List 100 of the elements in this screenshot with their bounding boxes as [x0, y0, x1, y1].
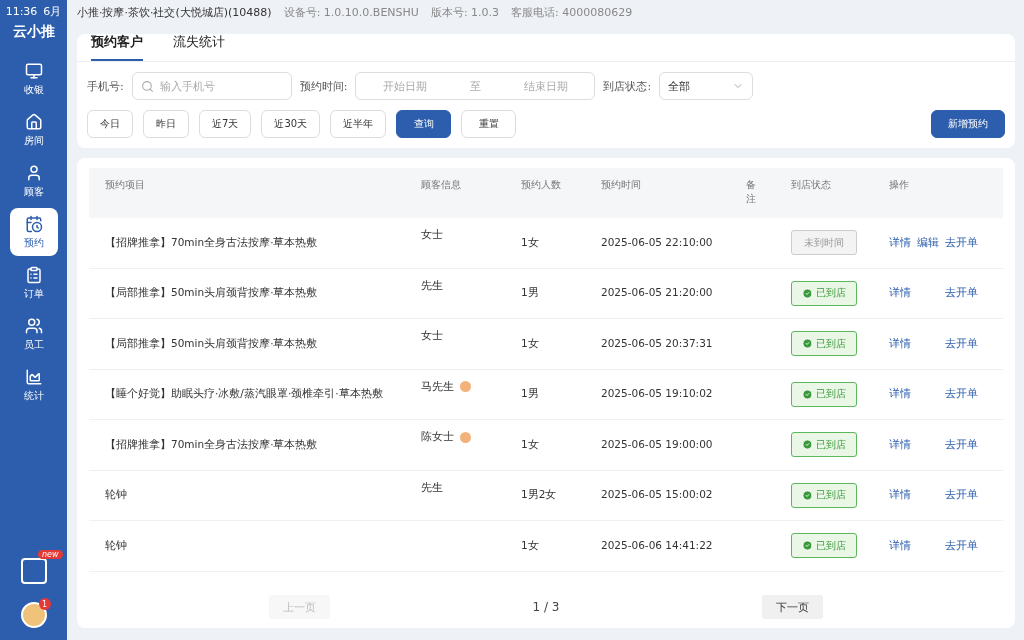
- range-button[interactable]: 近半年: [330, 110, 387, 138]
- table-cell-text: 2025-06-05 20:37:31: [601, 335, 714, 351]
- phone-label: 手机号:: [87, 78, 124, 94]
- status-label: 到店状态:: [603, 78, 652, 94]
- search-icon: [140, 79, 154, 93]
- logo: 云小推: [12, 23, 55, 41]
- column-header: 操作: [889, 178, 910, 192]
- range-button[interactable]: 今日: [87, 110, 133, 138]
- check-icon: [802, 439, 813, 451]
- table-cell-text: 轮钟: [104, 537, 128, 553]
- tab[interactable]: 流失统计: [173, 24, 225, 61]
- check-icon: [802, 287, 813, 299]
- tab[interactable]: 预约客户: [91, 24, 143, 61]
- action-link[interactable]: 去开单: [945, 387, 1003, 402]
- table-cell-text: 1女: [521, 234, 540, 250]
- column-header: 到店状态: [791, 178, 832, 192]
- table-cell-text: 【睡个好觉】助眠头疗·冰敷/蒸汽眼罩·颈椎牵引·草本热敷: [104, 386, 384, 402]
- action-link[interactable]: 去开单: [945, 235, 1003, 250]
- table-cell-text: 1男: [521, 285, 540, 301]
- table-cell-text: 轮钟: [104, 487, 128, 503]
- table-cell-text: 2025-06-05 22:10:00: [601, 234, 714, 250]
- table-cell-text: 2025-06-06 14:41:22: [601, 537, 714, 553]
- column-header: 预约人数: [521, 178, 562, 192]
- new-booking-button[interactable]: 新增预约: [931, 110, 1005, 138]
- promo-icon[interactable]: [20, 558, 47, 584]
- store-name: 小推·按摩·茶饮·社交(大悦城店)(10488): [77, 4, 272, 20]
- action-link[interactable]: 详情: [889, 336, 917, 351]
- column-header: 预约时间: [601, 178, 642, 192]
- range-button[interactable]: 近7天: [199, 110, 252, 138]
- action-link[interactable]: 去开单: [945, 488, 1003, 503]
- action-link[interactable]: 去开单: [945, 538, 1003, 553]
- nav-item[interactable]: 员工: [9, 310, 58, 358]
- status-date: 6月: [43, 4, 62, 19]
- action-link[interactable]: 详情: [889, 286, 917, 301]
- notification-badge: 1: [38, 598, 51, 610]
- action-link[interactable]: 详情: [889, 235, 917, 250]
- nav-item[interactable]: 统计: [9, 361, 58, 409]
- device-number: 设备号: 1.0.10.0.BENSHU: [283, 4, 419, 20]
- action-link[interactable]: 详情: [889, 387, 917, 402]
- table-cell-text: 1女: [521, 335, 540, 351]
- column-header: 预约项目: [104, 178, 146, 192]
- check-icon: [802, 388, 813, 400]
- table-cell-text: 【局部推拿】50min头肩颈背按摩·草本热敷: [104, 285, 319, 301]
- table-cell-text: 2025-06-05 19:10:02: [601, 386, 714, 402]
- version-number: 版本号: 1.0.3: [430, 4, 500, 20]
- status-tag: 已到店: [791, 280, 857, 306]
- table-cell-text: 【局部推拿】50min头肩颈背按摩·草本热敷: [104, 335, 319, 351]
- check-icon: [802, 338, 813, 350]
- calendar-icon: [24, 214, 43, 233]
- monitor-icon: [24, 61, 43, 80]
- clipboard-icon: [24, 265, 43, 284]
- next-page-button[interactable]: 下一页: [762, 595, 823, 619]
- table-cell-text: 2025-06-05 15:00:02: [601, 487, 714, 503]
- customer-name: 马先生: [421, 379, 454, 394]
- check-icon: [802, 489, 813, 501]
- action-link[interactable]: 详情: [889, 488, 917, 503]
- nav-item[interactable]: 顾客: [9, 157, 58, 205]
- nav-item[interactable]: 收银: [9, 55, 58, 103]
- check-icon: [802, 540, 813, 552]
- page-indicator: 1 / 3: [532, 600, 560, 614]
- table-cell-text: 1女: [521, 436, 540, 452]
- nav-item[interactable]: 预约: [9, 208, 58, 256]
- range-button[interactable]: 近30天: [261, 110, 321, 138]
- table-cell-text: 2025-06-05 19:00:00: [601, 436, 714, 452]
- status-tag: 已到店: [791, 331, 857, 357]
- house-icon: [24, 112, 43, 131]
- query-button[interactable]: 查询: [396, 110, 452, 138]
- status-dropdown[interactable]: 全部: [659, 72, 754, 100]
- customer-name: 女士: [421, 228, 443, 242]
- people-icon: [24, 316, 43, 335]
- table-cell-text: 2025-06-05 21:20:00: [601, 285, 714, 301]
- action-link[interactable]: 详情: [889, 437, 917, 452]
- column-header: 顾客信息: [421, 178, 462, 192]
- action-link[interactable]: 去开单: [945, 437, 1003, 452]
- table-cell-text: 1男2女: [521, 487, 558, 503]
- table-cell-text: 1男: [521, 386, 540, 402]
- customer-name: 女士: [421, 329, 443, 343]
- status-tag: 未到时间: [791, 230, 857, 256]
- action-link[interactable]: 去开单: [945, 336, 1003, 351]
- chart-icon: [24, 367, 43, 386]
- status-tag: 已到店: [791, 533, 857, 559]
- action-link[interactable]: 详情: [889, 538, 917, 553]
- status-tag: 已到店: [791, 432, 857, 458]
- column-header: 备注: [746, 178, 756, 206]
- clock-time: 11:36: [5, 5, 38, 18]
- action-link[interactable]: 编辑: [917, 235, 945, 250]
- service-hotline: 客服电话: 4000080629: [511, 4, 633, 20]
- action-link[interactable]: 去开单: [945, 286, 1003, 301]
- table-cell-text: 【招牌推拿】70min全身古法按摩·草本热敷: [104, 234, 319, 250]
- status-tag: 已到店: [791, 482, 857, 508]
- customer-name: 先生: [421, 278, 443, 293]
- status-tag: 已到店: [791, 381, 857, 407]
- nav-item[interactable]: 房间: [9, 106, 58, 154]
- table-cell-text: 【招牌推拿】70min全身古法按摩·草本热敷: [104, 436, 319, 452]
- table-cell-text: 1女: [521, 537, 540, 553]
- reset-button[interactable]: 重置: [461, 110, 517, 138]
- nav-item[interactable]: 订单: [9, 259, 58, 307]
- customer-name: 先生: [421, 480, 443, 495]
- customer-name: 陈女士: [421, 430, 454, 444]
- range-button[interactable]: 昨日: [143, 110, 189, 138]
